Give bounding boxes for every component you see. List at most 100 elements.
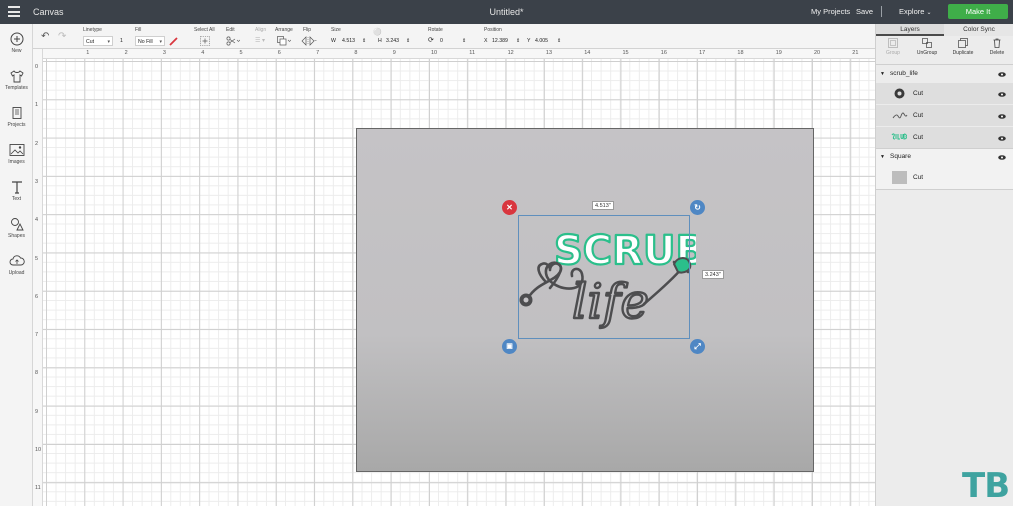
x-input[interactable]: 12.389 bbox=[492, 36, 516, 46]
resize-handle-icon[interactable]: ⤢ bbox=[690, 339, 705, 354]
delete-label: Delete bbox=[989, 50, 1005, 56]
tab-color-sync[interactable]: Color Sync bbox=[944, 24, 1013, 36]
ruler-tick-label: 10 bbox=[35, 447, 42, 453]
sidebar-item-shapes[interactable]: Shapes bbox=[0, 217, 33, 251]
make-it-button[interactable]: Make It bbox=[948, 4, 1008, 19]
layer-group-square[interactable]: ▼ Square bbox=[876, 148, 1013, 167]
sidebar-label-upload: Upload bbox=[8, 270, 25, 276]
ruler-tick-label: 15 bbox=[622, 50, 629, 56]
sidebar-item-projects[interactable]: Projects bbox=[0, 106, 33, 140]
fill-value: No Fill bbox=[138, 39, 153, 45]
fill-select[interactable]: No Fill ▾ bbox=[135, 36, 165, 46]
sidebar-label-images: Images bbox=[8, 159, 25, 165]
hamburger-menu-icon[interactable] bbox=[8, 6, 20, 17]
layer-group-name: Square bbox=[890, 153, 911, 160]
edit-label: Edit bbox=[226, 27, 235, 33]
save-link[interactable]: Save bbox=[856, 7, 873, 16]
eye-icon[interactable] bbox=[998, 92, 1006, 97]
caret-down-icon[interactable]: ▼ bbox=[880, 71, 885, 77]
left-sidebar: New Templates Projects Images Text Shape… bbox=[0, 24, 33, 506]
scissors-icon[interactable] bbox=[226, 36, 240, 46]
layer-row[interactable]: Cut bbox=[876, 167, 1013, 189]
tab-layers[interactable]: Layers bbox=[876, 24, 944, 36]
ungroup-icon bbox=[922, 38, 932, 48]
layer-group-scrub-life[interactable]: ▼ scrub_life bbox=[876, 67, 1013, 83]
eye-icon[interactable] bbox=[998, 155, 1006, 160]
sidebar-item-images[interactable]: Images bbox=[0, 143, 33, 177]
layer-name: Cut bbox=[913, 134, 924, 141]
ruler-tick-label: 9 bbox=[392, 50, 396, 56]
select-all-icon[interactable] bbox=[200, 36, 210, 46]
vertical-ruler: 0 1 2 3 4 5 6 7 8 9 10 11 bbox=[33, 49, 43, 506]
size-group: Size W 4.513 ⇕ ⚪ H 3.243 ⇕ bbox=[331, 27, 410, 44]
delete-button[interactable]: Delete bbox=[980, 38, 1013, 56]
ruler-tick-label: 5 bbox=[239, 50, 243, 56]
eye-icon[interactable] bbox=[998, 72, 1006, 77]
ruler-tick-label: 21 bbox=[852, 50, 859, 56]
arrange-icon[interactable] bbox=[277, 36, 291, 46]
width-stepper-icon[interactable]: ⇕ bbox=[362, 36, 366, 46]
caret-down-icon[interactable]: ▼ bbox=[880, 154, 885, 160]
y-stepper-icon[interactable]: ⇕ bbox=[557, 36, 561, 46]
arrange-group: Arrange bbox=[275, 27, 293, 46]
height-input[interactable]: 3.243 bbox=[386, 36, 408, 46]
width-dimension-label: 4.513" bbox=[592, 201, 614, 210]
delete-handle-icon[interactable]: ✕ bbox=[502, 200, 517, 215]
sidebar-label-text: Text bbox=[11, 196, 22, 202]
rotate-input[interactable]: 0 bbox=[440, 36, 462, 46]
width-label: W bbox=[331, 38, 336, 44]
width-input[interactable]: 4.513 bbox=[342, 36, 364, 46]
select-all-label: Select All bbox=[194, 27, 215, 33]
group-label: Group bbox=[886, 50, 900, 56]
lock-icon[interactable]: ⚪ bbox=[373, 28, 382, 36]
selection-bounding-box[interactable] bbox=[518, 215, 690, 339]
ruler-tick-label: 7 bbox=[35, 332, 39, 339]
layer-name: Cut bbox=[913, 90, 924, 97]
eye-icon[interactable] bbox=[998, 114, 1006, 119]
align-icon[interactable]: ☰ ▾ bbox=[255, 37, 265, 44]
rotate-handle-icon[interactable]: ↻ bbox=[690, 200, 705, 215]
redo-icon[interactable]: ↷ bbox=[58, 31, 66, 42]
my-projects-link[interactable]: My Projects bbox=[811, 7, 850, 16]
lock-handle-icon[interactable]: ▣ bbox=[502, 339, 517, 354]
sidebar-item-text[interactable]: Text bbox=[0, 180, 33, 214]
x-stepper-icon[interactable]: ⇕ bbox=[516, 36, 520, 46]
ungroup-button[interactable]: UnGroup bbox=[910, 38, 944, 56]
ruler-tick-label: 11 bbox=[35, 485, 41, 492]
layer-row[interactable]: Cut bbox=[876, 127, 1013, 148]
explore-menu[interactable]: Explore ⌄ bbox=[899, 7, 932, 16]
eye-icon[interactable] bbox=[998, 136, 1006, 141]
sidebar-item-upload[interactable]: Upload bbox=[0, 254, 33, 288]
sidebar-item-new[interactable]: New bbox=[0, 32, 33, 66]
ruler-tick-label: 8 bbox=[35, 370, 39, 377]
sidebar-item-templates[interactable]: Templates bbox=[0, 69, 33, 103]
ruler-tick-label: 3 bbox=[162, 50, 166, 56]
edit-toolbar: ↶ ↷ Linetype Cut ▾ 1 Fill No Fill ▾ Sele… bbox=[33, 24, 875, 49]
ruler-tick-label: 17 bbox=[699, 50, 706, 56]
scrub-thumb bbox=[891, 133, 907, 140]
linetype-count: 1 bbox=[120, 38, 123, 44]
height-stepper-icon[interactable]: ⇕ bbox=[406, 36, 410, 46]
rotate-group: Rotate ⟳ 0 ⇕ bbox=[428, 27, 466, 44]
ruler-tick-label: 6 bbox=[277, 50, 281, 56]
group-button[interactable]: Group bbox=[876, 38, 910, 56]
flip-icon[interactable] bbox=[301, 36, 317, 46]
duplicate-button[interactable]: Duplicate bbox=[946, 38, 980, 56]
pen-color-icon[interactable] bbox=[169, 36, 179, 46]
rotate-stepper-icon[interactable]: ⇕ bbox=[462, 36, 466, 46]
sidebar-label-templates: Templates bbox=[5, 85, 28, 91]
sidebar-label-shapes: Shapes bbox=[8, 233, 25, 239]
height-dimension-label: 3.243" bbox=[702, 270, 724, 279]
y-label: Y bbox=[527, 38, 531, 44]
fill-label: Fill bbox=[135, 27, 142, 33]
linetype-select[interactable]: Cut ▾ bbox=[83, 36, 113, 46]
y-input[interactable]: 4.005 bbox=[535, 36, 557, 46]
undo-icon[interactable]: ↶ bbox=[41, 31, 49, 42]
plus-circle-icon bbox=[10, 32, 23, 46]
layer-row[interactable]: Cut bbox=[876, 83, 1013, 104]
rotate-icon: ⟳ bbox=[428, 37, 434, 44]
text-icon bbox=[11, 181, 22, 194]
layer-row[interactable]: Cut bbox=[876, 105, 1013, 126]
ruler-tick-label: 7 bbox=[316, 50, 320, 56]
top-bar: Canvas Untitled* My Projects Save Explor… bbox=[0, 0, 1013, 24]
